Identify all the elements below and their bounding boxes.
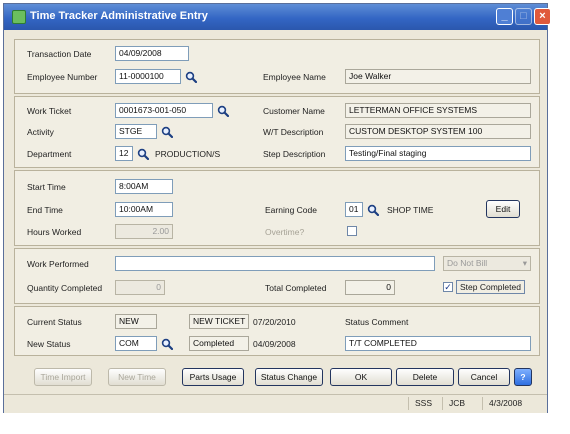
step-completed-label[interactable]: Step Completed	[456, 280, 525, 294]
step-description-field[interactable]: Testing/Final staging	[345, 146, 531, 161]
status-comment-field[interactable]: T/T COMPLETED	[345, 336, 531, 351]
earning-code-lookup-icon[interactable]	[367, 204, 379, 216]
current-status-description: NEW TICKET	[189, 314, 249, 329]
minimize-button[interactable]: _	[496, 8, 513, 25]
current-status-code: NEW	[115, 314, 157, 329]
transaction-date-field[interactable]: 04/09/2008	[115, 46, 189, 61]
delete-button[interactable]: Delete	[396, 368, 454, 386]
new-status-lookup-icon[interactable]	[161, 338, 173, 350]
status-comment-label: Status Comment	[345, 317, 409, 327]
parts-usage-button[interactable]: Parts Usage	[182, 368, 244, 386]
overtime-checkbox[interactable]	[347, 226, 357, 236]
employee-name-field: Joe Walker	[345, 69, 531, 84]
end-time-label: End Time	[27, 205, 63, 215]
time-panel: Start Time 8:00AM End Time 10:00AM Hours…	[14, 170, 540, 246]
end-time-field[interactable]: 10:00AM	[115, 202, 173, 217]
app-icon	[12, 10, 26, 24]
chevron-down-icon: ▾	[522, 258, 527, 268]
employee-lookup-icon[interactable]	[185, 71, 197, 83]
status-company: SSS	[408, 397, 432, 410]
status-panel: Current Status NEW NEW TICKET 07/20/2010…	[14, 306, 540, 356]
status-bar: SSS JCB 4/3/2008	[4, 394, 547, 413]
close-button[interactable]: ×	[534, 8, 551, 25]
activity-field[interactable]: STGE	[115, 124, 157, 139]
time-import-button[interactable]: Time Import	[34, 368, 92, 386]
total-completed-field: 0	[345, 280, 395, 295]
work-ticket-lookup-icon[interactable]	[217, 105, 229, 117]
cancel-button[interactable]: Cancel	[458, 368, 510, 386]
new-time-button[interactable]: New Time	[108, 368, 166, 386]
maximize-button[interactable]: □	[515, 8, 532, 25]
start-time-field[interactable]: 8:00AM	[115, 179, 173, 194]
quantity-completed-label: Quantity Completed	[27, 283, 103, 293]
billing-select[interactable]: Do Not Bill ▾	[443, 256, 531, 271]
start-time-label: Start Time	[27, 182, 66, 192]
earning-code-description: SHOP TIME	[387, 205, 434, 215]
work-performed-label: Work Performed	[27, 259, 89, 269]
status-change-button[interactable]: Status Change	[255, 368, 323, 386]
billing-select-value: Do Not Bill	[447, 258, 488, 268]
customer-name-field: LETTERMAN OFFICE SYSTEMS	[345, 103, 531, 118]
ok-button[interactable]: OK	[330, 368, 392, 386]
edit-earning-code-button[interactable]: Edit	[486, 200, 520, 218]
work-ticket-field[interactable]: 0001673-001-050	[115, 103, 213, 118]
work-ticket-panel: Work Ticket 0001673-001-050 Customer Nam…	[14, 96, 540, 168]
time-tracker-window: Time Tracker Administrative Entry _ □ × …	[3, 3, 551, 413]
transaction-panel: Transaction Date 04/09/2008 Employee Num…	[14, 39, 540, 94]
new-status-code-field[interactable]: COM	[115, 336, 157, 351]
earning-code-label: Earning Code	[265, 205, 317, 215]
work-performed-panel: Work Performed Do Not Bill ▾ Quantity Co…	[14, 248, 540, 304]
help-button[interactable]: ?	[514, 368, 532, 386]
step-description-label: Step Description	[263, 149, 326, 159]
quantity-completed-field: 0	[115, 280, 165, 295]
title-bar[interactable]: Time Tracker Administrative Entry _ □ ×	[4, 4, 551, 30]
new-status-label: New Status	[27, 339, 71, 349]
status-module: JCB	[442, 397, 465, 410]
employee-name-label: Employee Name	[263, 72, 326, 82]
wt-description-field: CUSTOM DESKTOP SYSTEM 100	[345, 124, 531, 139]
step-completed-checkbox[interactable]: ✓	[443, 282, 453, 292]
work-performed-field[interactable]	[115, 256, 435, 271]
employee-number-label: Employee Number	[27, 72, 98, 82]
customer-name-label: Customer Name	[263, 106, 325, 116]
hours-worked-field: 2.00	[115, 224, 173, 239]
work-ticket-label: Work Ticket	[27, 106, 72, 116]
activity-label: Activity	[27, 127, 54, 137]
status-date: 4/3/2008	[482, 397, 522, 410]
current-status-date: 07/20/2010	[253, 317, 296, 327]
employee-number-field[interactable]: 11-0000100	[115, 69, 181, 84]
current-status-label: Current Status	[27, 317, 82, 327]
department-code-field[interactable]: 12	[115, 146, 133, 161]
department-label: Department	[27, 149, 72, 159]
window-title: Time Tracker Administrative Entry	[30, 10, 208, 22]
hours-worked-label: Hours Worked	[27, 227, 82, 237]
wt-description-label: W/T Description	[263, 127, 324, 137]
new-status-date: 04/09/2008	[253, 339, 296, 349]
new-status-description: Completed	[189, 336, 249, 351]
transaction-date-label: Transaction Date	[27, 49, 92, 59]
department-lookup-icon[interactable]	[137, 148, 149, 160]
activity-lookup-icon[interactable]	[161, 126, 173, 138]
total-completed-label: Total Completed	[265, 283, 327, 293]
department-name: PRODUCTION/S	[155, 149, 221, 159]
earning-code-field[interactable]: 01	[345, 202, 363, 217]
overtime-label: Overtime?	[265, 227, 305, 237]
